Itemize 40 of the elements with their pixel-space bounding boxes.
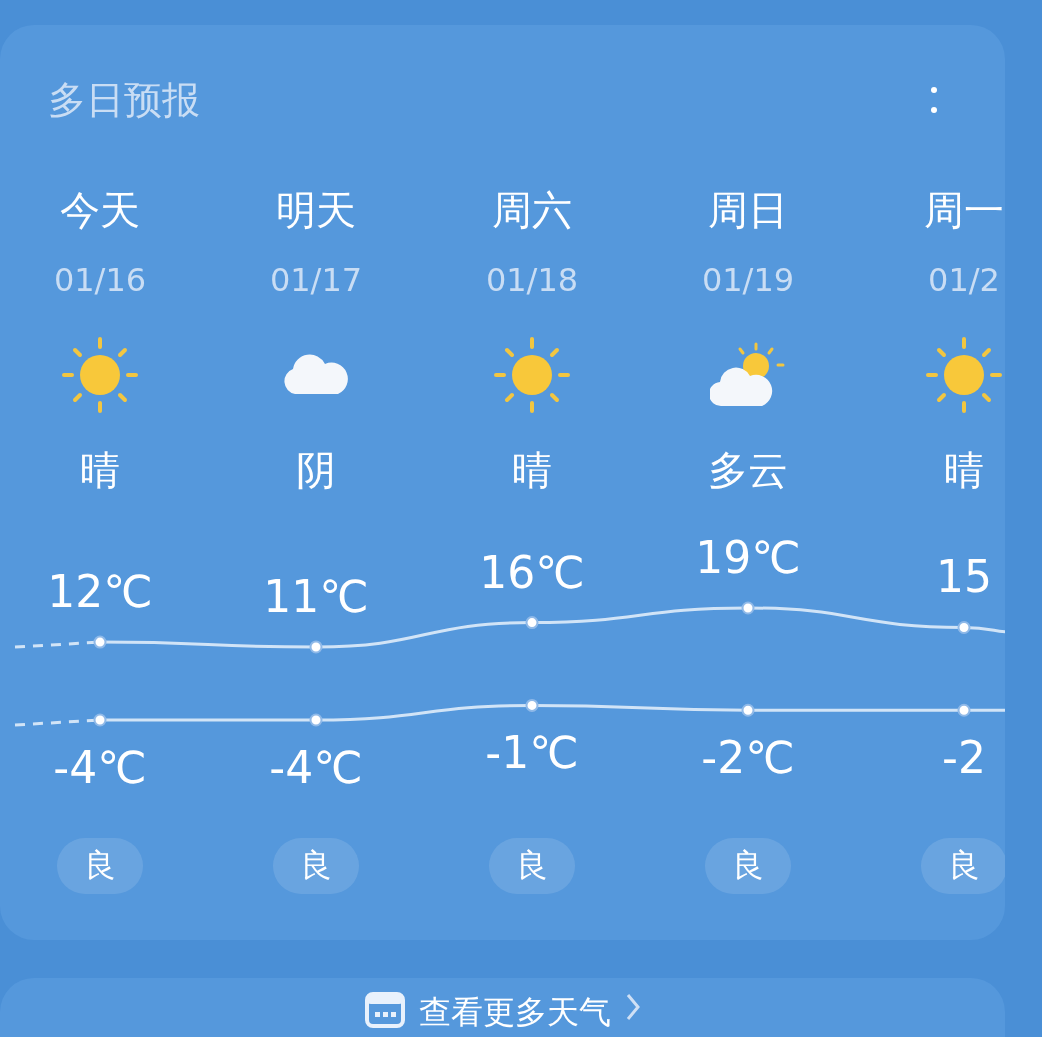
low-temperature: -1℃ (484, 726, 580, 781)
air-quality-badge: 良 (273, 838, 359, 894)
day-name: 明天 (276, 186, 356, 235)
cloud-icon (281, 354, 351, 396)
low-temperature: -4℃ (52, 741, 148, 795)
weather-condition: 晴 (944, 446, 984, 495)
low-temperature: -2 (941, 731, 987, 786)
sun-icon (492, 335, 572, 415)
high-temperature: 11℃ (262, 569, 370, 624)
air-quality-badge: 良 (921, 838, 1005, 894)
card-title: 多日预报 (48, 77, 200, 124)
date-label: 01/18 (485, 260, 579, 300)
weather-condition: 晴 (512, 446, 552, 495)
date-label: 01/19 (701, 260, 795, 300)
more-weather-button[interactable]: 查看更多天气 (0, 978, 1005, 1037)
high-temperature: 12℃ (46, 565, 154, 620)
sun-icon (924, 335, 1004, 415)
date-label: 01/16 (53, 260, 147, 300)
low-temperature: -4℃ (268, 741, 364, 795)
sun-icon (60, 335, 140, 415)
air-quality-badge: 良 (705, 838, 791, 894)
high-temperature: 16℃ (478, 545, 586, 600)
low-temperature: -2℃ (700, 731, 796, 786)
weather-condition: 阴 (296, 446, 336, 495)
high-temperature: 19℃ (694, 531, 802, 585)
air-quality-badge: 良 (57, 838, 143, 894)
day-name: 今天 (60, 186, 140, 235)
day-name: 周日 (708, 186, 788, 235)
day-name: 周一 (924, 186, 1004, 235)
high-temperature: 15 (935, 550, 993, 605)
chevron-right-icon (624, 992, 641, 1022)
weather-condition: 多云 (708, 446, 788, 495)
more-options-icon[interactable] (929, 86, 939, 114)
day-name: 周六 (492, 186, 572, 235)
date-label: 01/17 (269, 260, 363, 300)
weather-condition: 晴 (80, 446, 120, 495)
date-label: 01/2 (928, 260, 1000, 300)
sun-behind-cloud-icon (710, 342, 786, 408)
calendar-icon (364, 992, 405, 1028)
air-quality-badge: 良 (489, 838, 575, 894)
